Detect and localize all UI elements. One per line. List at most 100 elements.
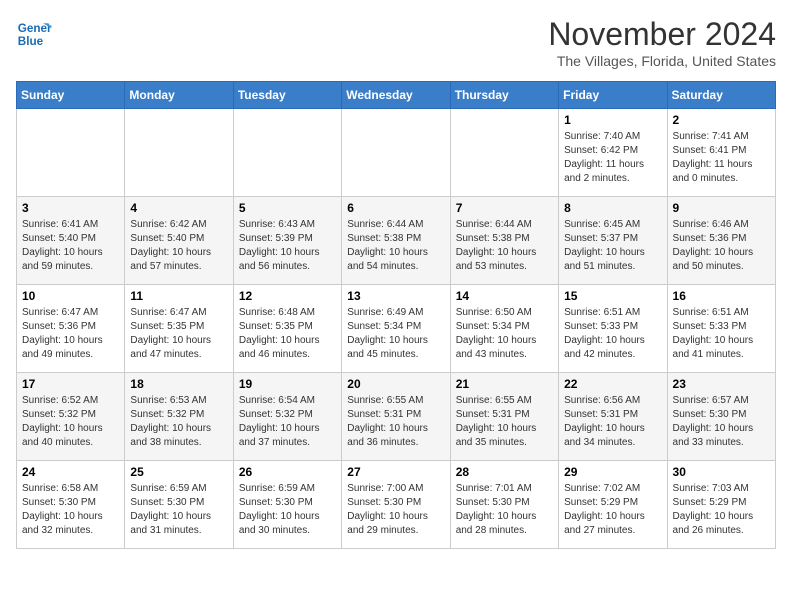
weekday-header: Thursday	[450, 82, 558, 109]
day-info: Sunrise: 6:44 AM Sunset: 5:38 PM Dayligh…	[456, 218, 553, 274]
weekday-header: Wednesday	[342, 82, 450, 109]
day-info: Sunrise: 6:51 AM Sunset: 5:33 PM Dayligh…	[673, 306, 770, 362]
calendar-week-row: 1 Sunrise: 7:40 AM Sunset: 6:42 PM Daylig…	[17, 109, 776, 197]
month-title: November 2024	[548, 16, 776, 53]
day-number: 6	[347, 201, 444, 215]
calendar-cell: 12 Sunrise: 6:48 AM Sunset: 5:35 PM Dayli…	[233, 285, 341, 373]
calendar-cell: 5 Sunrise: 6:43 AM Sunset: 5:39 PM Daylig…	[233, 197, 341, 285]
calendar-cell: 14 Sunrise: 6:50 AM Sunset: 5:34 PM Dayli…	[450, 285, 558, 373]
day-number: 30	[673, 465, 770, 479]
day-info: Sunrise: 6:59 AM Sunset: 5:30 PM Dayligh…	[239, 482, 336, 538]
weekday-header: Saturday	[667, 82, 775, 109]
day-info: Sunrise: 6:43 AM Sunset: 5:39 PM Dayligh…	[239, 218, 336, 274]
calendar-cell: 3Sunrise: 6:41 AM Sunset: 5:40 PM Daylig…	[17, 197, 125, 285]
day-info: Sunrise: 7:03 AM Sunset: 5:29 PM Dayligh…	[673, 482, 770, 538]
logo: General Blue	[16, 16, 52, 52]
calendar-cell: 13 Sunrise: 6:49 AM Sunset: 5:34 PM Dayli…	[342, 285, 450, 373]
weekday-header: Sunday	[17, 82, 125, 109]
calendar-cell: 20Sunrise: 6:55 AM Sunset: 5:31 PM Dayli…	[342, 373, 450, 461]
day-number: 5	[239, 201, 336, 215]
calendar-cell: 7 Sunrise: 6:44 AM Sunset: 5:38 PM Daylig…	[450, 197, 558, 285]
day-info: Sunrise: 6:41 AM Sunset: 5:40 PM Dayligh…	[22, 218, 119, 274]
calendar-cell	[125, 109, 233, 197]
logo-icon: General Blue	[16, 16, 52, 52]
calendar-table: SundayMondayTuesdayWednesdayThursdayFrid…	[16, 81, 776, 549]
day-number: 24	[22, 465, 119, 479]
day-number: 17	[22, 377, 119, 391]
day-info: Sunrise: 6:51 AM Sunset: 5:33 PM Dayligh…	[564, 306, 661, 362]
weekday-header: Friday	[559, 82, 667, 109]
day-number: 27	[347, 465, 444, 479]
day-number: 9	[673, 201, 770, 215]
day-info: Sunrise: 6:42 AM Sunset: 5:40 PM Dayligh…	[130, 218, 227, 274]
day-info: Sunrise: 6:56 AM Sunset: 5:31 PM Dayligh…	[564, 394, 661, 450]
day-info: Sunrise: 6:48 AM Sunset: 5:35 PM Dayligh…	[239, 306, 336, 362]
day-info: Sunrise: 6:53 AM Sunset: 5:32 PM Dayligh…	[130, 394, 227, 450]
day-number: 25	[130, 465, 227, 479]
weekday-header: Tuesday	[233, 82, 341, 109]
calendar-cell: 30 Sunrise: 7:03 AM Sunset: 5:29 PM Dayli…	[667, 461, 775, 549]
day-info: Sunrise: 6:57 AM Sunset: 5:30 PM Dayligh…	[673, 394, 770, 450]
calendar-week-row: 10Sunrise: 6:47 AM Sunset: 5:36 PM Dayli…	[17, 285, 776, 373]
calendar-cell: 23 Sunrise: 6:57 AM Sunset: 5:30 PM Dayli…	[667, 373, 775, 461]
calendar-cell	[233, 109, 341, 197]
title-block: November 2024 The Villages, Florida, Uni…	[548, 16, 776, 69]
day-number: 20	[347, 377, 444, 391]
calendar-cell: 19 Sunrise: 6:54 AM Sunset: 5:32 PM Dayli…	[233, 373, 341, 461]
day-number: 12	[239, 289, 336, 303]
calendar-cell: 26 Sunrise: 6:59 AM Sunset: 5:30 PM Dayli…	[233, 461, 341, 549]
day-info: Sunrise: 6:46 AM Sunset: 5:36 PM Dayligh…	[673, 218, 770, 274]
calendar-week-row: 24 Sunrise: 6:58 AM Sunset: 5:30 PM Dayli…	[17, 461, 776, 549]
day-info: Sunrise: 6:54 AM Sunset: 5:32 PM Dayligh…	[239, 394, 336, 450]
day-number: 19	[239, 377, 336, 391]
day-number: 14	[456, 289, 553, 303]
calendar-cell: 21Sunrise: 6:55 AM Sunset: 5:31 PM Dayli…	[450, 373, 558, 461]
calendar-cell	[450, 109, 558, 197]
location-label: The Villages, Florida, United States	[548, 53, 776, 69]
day-number: 29	[564, 465, 661, 479]
day-info: Sunrise: 6:45 AM Sunset: 5:37 PM Dayligh…	[564, 218, 661, 274]
calendar-week-row: 17Sunrise: 6:52 AM Sunset: 5:32 PM Dayli…	[17, 373, 776, 461]
calendar-cell: 10Sunrise: 6:47 AM Sunset: 5:36 PM Dayli…	[17, 285, 125, 373]
day-number: 11	[130, 289, 227, 303]
day-info: Sunrise: 6:47 AM Sunset: 5:35 PM Dayligh…	[130, 306, 227, 362]
calendar-week-row: 3Sunrise: 6:41 AM Sunset: 5:40 PM Daylig…	[17, 197, 776, 285]
day-number: 13	[347, 289, 444, 303]
day-number: 15	[564, 289, 661, 303]
calendar-cell: 16 Sunrise: 6:51 AM Sunset: 5:33 PM Dayli…	[667, 285, 775, 373]
calendar-cell: 11 Sunrise: 6:47 AM Sunset: 5:35 PM Dayli…	[125, 285, 233, 373]
day-info: Sunrise: 6:58 AM Sunset: 5:30 PM Dayligh…	[22, 482, 119, 538]
day-number: 23	[673, 377, 770, 391]
weekday-header-row: SundayMondayTuesdayWednesdayThursdayFrid…	[17, 82, 776, 109]
day-info: Sunrise: 7:40 AM Sunset: 6:42 PM Dayligh…	[564, 130, 661, 186]
day-number: 26	[239, 465, 336, 479]
day-number: 2	[673, 113, 770, 127]
day-number: 1	[564, 113, 661, 127]
day-info: Sunrise: 6:50 AM Sunset: 5:34 PM Dayligh…	[456, 306, 553, 362]
calendar-cell: 25Sunrise: 6:59 AM Sunset: 5:30 PM Dayli…	[125, 461, 233, 549]
day-info: Sunrise: 7:00 AM Sunset: 5:30 PM Dayligh…	[347, 482, 444, 538]
calendar-cell: 4Sunrise: 6:42 AM Sunset: 5:40 PM Daylig…	[125, 197, 233, 285]
day-number: 8	[564, 201, 661, 215]
day-info: Sunrise: 7:02 AM Sunset: 5:29 PM Dayligh…	[564, 482, 661, 538]
calendar-cell: 18Sunrise: 6:53 AM Sunset: 5:32 PM Dayli…	[125, 373, 233, 461]
page-header: General Blue November 2024 The Villages,…	[16, 16, 776, 69]
calendar-cell: 28 Sunrise: 7:01 AM Sunset: 5:30 PM Dayli…	[450, 461, 558, 549]
day-info: Sunrise: 6:44 AM Sunset: 5:38 PM Dayligh…	[347, 218, 444, 274]
day-number: 16	[673, 289, 770, 303]
calendar-cell: 9 Sunrise: 6:46 AM Sunset: 5:36 PM Daylig…	[667, 197, 775, 285]
day-number: 21	[456, 377, 553, 391]
calendar-cell: 6 Sunrise: 6:44 AM Sunset: 5:38 PM Daylig…	[342, 197, 450, 285]
calendar-cell	[342, 109, 450, 197]
day-info: Sunrise: 7:01 AM Sunset: 5:30 PM Dayligh…	[456, 482, 553, 538]
calendar-cell: 17Sunrise: 6:52 AM Sunset: 5:32 PM Dayli…	[17, 373, 125, 461]
svg-text:Blue: Blue	[18, 35, 44, 48]
day-number: 28	[456, 465, 553, 479]
day-info: Sunrise: 6:49 AM Sunset: 5:34 PM Dayligh…	[347, 306, 444, 362]
calendar-cell: 15 Sunrise: 6:51 AM Sunset: 5:33 PM Dayli…	[559, 285, 667, 373]
calendar-cell	[17, 109, 125, 197]
day-number: 7	[456, 201, 553, 215]
day-number: 22	[564, 377, 661, 391]
calendar-cell: 27 Sunrise: 7:00 AM Sunset: 5:30 PM Dayli…	[342, 461, 450, 549]
calendar-cell: 22 Sunrise: 6:56 AM Sunset: 5:31 PM Dayli…	[559, 373, 667, 461]
